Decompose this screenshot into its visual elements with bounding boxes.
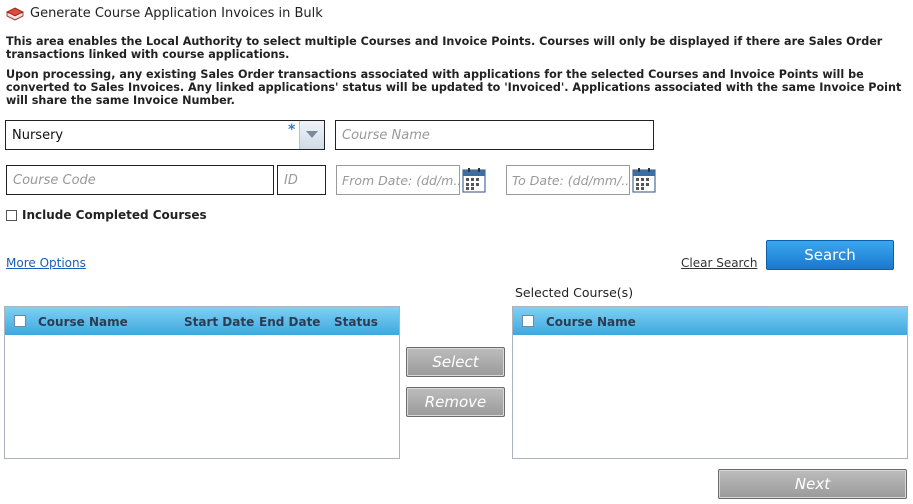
column-header-status[interactable]: Status bbox=[334, 315, 378, 329]
include-completed-label: Include Completed Courses bbox=[22, 208, 207, 222]
select-all-checkbox[interactable] bbox=[14, 315, 26, 327]
book-icon bbox=[6, 7, 24, 20]
course-type-select[interactable]: Nursery * bbox=[5, 120, 325, 150]
course-name-placeholder: Course Name bbox=[342, 127, 430, 143]
required-marker: * bbox=[288, 122, 296, 138]
table-header: Course Name bbox=[513, 307, 907, 335]
from-date-input[interactable]: From Date: (dd/m... bbox=[336, 165, 460, 195]
column-header-start-date[interactable]: Start Date bbox=[184, 315, 254, 329]
to-date-input[interactable]: To Date: (dd/mm/... bbox=[506, 165, 630, 195]
next-button[interactable]: Next bbox=[718, 469, 907, 499]
column-header-end-date[interactable]: End Date bbox=[259, 315, 320, 329]
course-code-placeholder: Course Code bbox=[13, 172, 96, 188]
select-button[interactable]: Select bbox=[406, 347, 505, 377]
calendar-icon[interactable] bbox=[462, 167, 486, 193]
table-header: Course Name Start Date End Date Status bbox=[5, 307, 399, 335]
selected-courses-label: Selected Course(s) bbox=[515, 285, 634, 300]
column-header-course-name[interactable]: Course Name bbox=[38, 315, 128, 329]
chevron-down-icon bbox=[306, 131, 318, 138]
select-all-checkbox[interactable] bbox=[522, 315, 534, 327]
include-completed-option[interactable]: Include Completed Courses bbox=[6, 208, 207, 222]
available-courses-table: Course Name Start Date End Date Status bbox=[4, 306, 400, 459]
search-button[interactable]: Search bbox=[766, 240, 894, 270]
description-paragraph-2: Upon processing, any existing Sales Orde… bbox=[6, 68, 902, 107]
description-paragraph-1: This area enables the Local Authority to… bbox=[6, 35, 883, 61]
page-title: Generate Course Application Invoices in … bbox=[30, 6, 323, 21]
course-type-value: Nursery bbox=[12, 127, 64, 143]
remove-button[interactable]: Remove bbox=[406, 387, 505, 417]
course-code-input[interactable]: Course Code bbox=[6, 165, 274, 195]
calendar-icon[interactable] bbox=[632, 167, 656, 193]
page-title-bar: Generate Course Application Invoices in … bbox=[6, 6, 323, 21]
include-completed-checkbox[interactable] bbox=[6, 209, 17, 221]
id-input[interactable]: ID bbox=[277, 165, 326, 195]
to-date-placeholder: To Date: (dd/mm/... bbox=[512, 172, 630, 188]
column-header-course-name[interactable]: Course Name bbox=[546, 315, 636, 329]
dropdown-arrow-button[interactable] bbox=[299, 121, 324, 149]
from-date-placeholder: From Date: (dd/m... bbox=[342, 172, 460, 188]
more-options-link[interactable]: More Options bbox=[6, 256, 86, 270]
course-name-input[interactable]: Course Name bbox=[335, 120, 654, 150]
clear-search-link[interactable]: Clear Search bbox=[681, 256, 757, 270]
id-placeholder: ID bbox=[284, 172, 298, 188]
selected-courses-table: Course Name bbox=[512, 306, 908, 459]
